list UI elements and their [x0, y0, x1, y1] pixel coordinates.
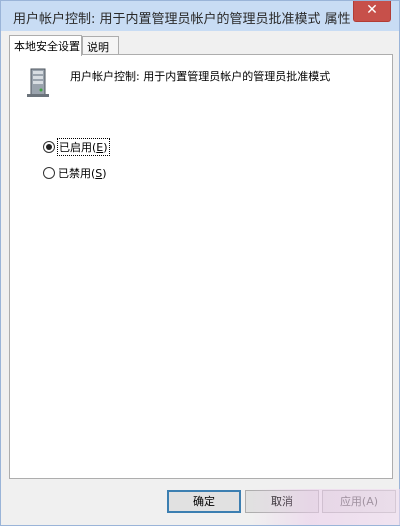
tab-explain[interactable]: 说明: [82, 36, 119, 56]
properties-dialog: 用户帐户控制: 用于内置管理员帐户的管理员批准模式 属性 ✕ 本地安全设置 说明…: [0, 0, 400, 526]
option-disabled[interactable]: 已禁用(S): [43, 165, 107, 181]
apply-button[interactable]: 应用(A): [322, 490, 396, 513]
cancel-button[interactable]: 取消: [245, 490, 319, 513]
window-title: 用户帐户控制: 用于内置管理员帐户的管理员批准模式 属性: [13, 12, 351, 27]
option-enabled[interactable]: 已启用(E): [43, 138, 110, 156]
tab-panel: 用户帐户控制: 用于内置管理员帐户的管理员批准模式 已启用(E) 已禁用(S): [9, 54, 393, 479]
enabled-radio[interactable]: [43, 141, 55, 153]
policy-title: 用户帐户控制: 用于内置管理员帐户的管理员批准模式: [70, 70, 331, 83]
disabled-label[interactable]: 已禁用(S): [58, 165, 107, 181]
disabled-radio[interactable]: [43, 167, 55, 179]
tab-local-security-setting[interactable]: 本地安全设置: [9, 35, 82, 56]
ok-button[interactable]: 确定: [167, 490, 241, 513]
server-icon: [25, 67, 51, 99]
enabled-label[interactable]: 已启用(E): [57, 138, 110, 156]
title-bar[interactable]: 用户帐户控制: 用于内置管理员帐户的管理员批准模式 属性 ✕: [1, 1, 399, 31]
close-button[interactable]: ✕: [353, 1, 391, 22]
